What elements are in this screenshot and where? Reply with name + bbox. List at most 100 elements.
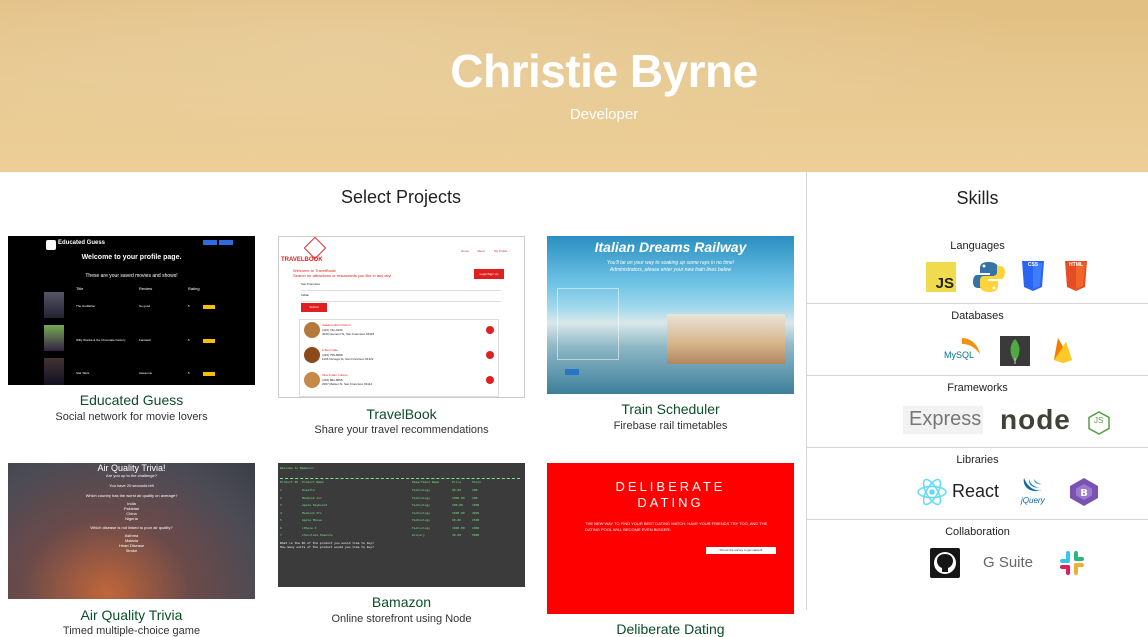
poster <box>44 292 64 318</box>
town-illustration <box>667 314 785 364</box>
thumb-logo: DELIBERATE <box>615 479 726 494</box>
slack-icon <box>1057 548 1087 578</box>
svg-text:B: B <box>1080 488 1088 499</box>
col-header: Title <box>76 286 84 291</box>
thumb-submit <box>565 369 579 375</box>
jquery-icon: jQuery <box>1020 476 1052 508</box>
logo-text: MySQL <box>944 350 975 360</box>
result-name: A Best Cafe <box>322 348 338 352</box>
cell: Willy Wonka & the Chocolate Factory <box>76 338 126 342</box>
thumb-question: Which country has the worst air quality … <box>85 493 178 498</box>
td: Grocery <box>412 533 425 537</box>
thumb-avatar <box>304 322 320 338</box>
projects-heading: Select Projects <box>340 187 462 207</box>
td: 5 <box>280 518 282 522</box>
project-thumbnail[interactable]: Air Quality Trivia! Are you up to the ch… <box>8 463 255 599</box>
td: 6 <box>280 525 282 530</box>
project-card-educated-guess[interactable]: Educated Guess Welcome to your profile p… <box>8 236 255 426</box>
project-title[interactable]: TravelBook <box>278 406 525 422</box>
result-name: Aaaaa Indian Kitchen <box>322 323 351 327</box>
table-row: 1 Rosetta Technology 99.00 100 <box>280 487 520 495</box>
project-thumbnail[interactable]: DELIBERATE DATING THE NEW WAY TO FIND YO… <box>547 463 794 614</box>
td: Chocolate Peanuts <box>302 533 333 537</box>
td: 100 <box>472 495 478 500</box>
td: 30.00 <box>452 533 462 537</box>
result-address: 2007 Market St, San Francisco 94114 <box>322 382 373 386</box>
thumb-input: Indian <box>301 293 501 302</box>
thumb-login: Login/Sign Up <box>474 269 504 279</box>
project-title[interactable]: Educated Guess <box>8 392 255 408</box>
project-card-travelbook[interactable]: TRAVELBOOK Home About My Profile Welcome… <box>278 236 525 441</box>
project-title[interactable]: Train Scheduler <box>547 401 794 417</box>
project-card-bamazon[interactable]: Welcome to Bamazon! Product ID Product N… <box>278 463 525 637</box>
cell: So good <box>139 304 151 308</box>
answer: Stroke <box>125 548 138 553</box>
mongodb-icon <box>1000 336 1030 366</box>
skill-group-label: Databases <box>951 310 1004 322</box>
project-thumbnail[interactable]: TRAVELBOOK Home About My Profile Welcome… <box>278 236 525 398</box>
thumb-search: Search for attractions or restaurants yo… <box>293 273 392 278</box>
thumb-avatar <box>304 347 320 363</box>
bootstrap-icon: B <box>1068 476 1100 508</box>
result-address: 1106 Noriega St, San Francisco 94122 <box>322 357 374 361</box>
thumb-sub: Are you up to the challenge? <box>106 473 157 478</box>
td: Apple Keyboard <box>302 503 328 507</box>
project-card-train-scheduler[interactable]: Italian Dreams Railway You'll be on your… <box>547 236 794 436</box>
td: 1600.00 <box>452 510 465 515</box>
skills-panel: Skills Languages JS CSS HTML Databases M… <box>807 172 1148 637</box>
thumb-form <box>557 288 619 360</box>
skill-group-databases: Databases MySQL <box>807 308 1148 374</box>
thumb-answers: Asthma Malaria Heart Disease Stroke <box>8 533 255 553</box>
project-title[interactable]: Air Quality Trivia <box>8 607 255 623</box>
td: 4 <box>280 510 282 515</box>
thumb-rule <box>280 478 520 479</box>
td: 3 <box>280 503 282 507</box>
thumb-logo: DATING <box>637 495 704 510</box>
poster <box>44 325 64 351</box>
td: iPhone X <box>302 525 317 530</box>
github-icon <box>930 548 960 578</box>
add-icon <box>486 351 494 359</box>
delete-button <box>203 339 215 343</box>
td: 1000.00 <box>452 525 465 530</box>
thumb-heading: Air Quality Trivia! <box>97 463 166 473</box>
td: 100.00 <box>452 503 463 507</box>
td: 99.00 <box>452 488 462 492</box>
project-description: Social network for movie lovers <box>55 411 208 423</box>
thumb-avatar <box>304 372 320 388</box>
project-thumbnail[interactable]: Welcome to Bamazon! Product ID Product N… <box>278 463 525 587</box>
thumb-input: San Francisco <box>301 282 501 291</box>
nav-button <box>219 240 233 245</box>
poster <box>44 358 64 385</box>
thumb-nav: Home <box>461 249 470 253</box>
td: Apple Mouse <box>302 518 322 522</box>
travelbook-logo-icon <box>303 237 327 260</box>
table-row: 2 Macbook Air Technology 1000.00 100 <box>280 495 520 503</box>
td: Rosetta <box>302 488 315 492</box>
project-card-air-quality-trivia[interactable]: Air Quality Trivia! Are you up to the ch… <box>8 463 255 637</box>
cell: Fantastic <box>139 338 152 342</box>
logo-text: G Suite <box>983 554 1034 571</box>
thumb-table-header: Product ID Product Name Department Name … <box>280 480 520 484</box>
td: Technology <box>412 525 431 530</box>
project-title[interactable]: Deliberate Dating <box>547 621 794 637</box>
project-thumbnail[interactable]: Italian Dreams Railway You'll be on your… <box>547 236 794 394</box>
project-thumbnail[interactable]: Educated Guess Welcome to your profile p… <box>8 236 255 385</box>
th: Department Name <box>412 480 440 484</box>
skill-group-collaboration: Collaboration G Suite <box>807 524 1148 590</box>
thumb-table-body: 1 Rosetta Technology 99.00 100 2 Macbook Air T… <box>280 487 520 540</box>
page-subtitle: Developer <box>569 106 639 123</box>
td: 100 <box>472 488 478 492</box>
logo-text: jQuery <box>1021 496 1045 505</box>
logo-text: JS <box>1094 416 1104 425</box>
th: Stock <box>472 480 482 484</box>
skill-divider <box>807 447 1148 448</box>
skill-group-frameworks: Frameworks Express node JS <box>807 380 1148 446</box>
project-card-deliberate-dating[interactable]: DELIBERATE DATING THE NEW WAY TO FIND YO… <box>547 463 794 637</box>
firebase-icon <box>1052 336 1074 364</box>
project-title[interactable]: Bamazon <box>278 594 525 610</box>
thumb-results: Aaaaa Indian Kitchen (415) 742-4233 4040… <box>299 319 499 397</box>
table-row: 7 Chocolate Peanuts Grocery 30.00 5000 <box>280 532 520 540</box>
thumb-prompt: How many units of the product would you … <box>280 545 374 549</box>
gsuite-icon: G Suite <box>983 552 1043 576</box>
